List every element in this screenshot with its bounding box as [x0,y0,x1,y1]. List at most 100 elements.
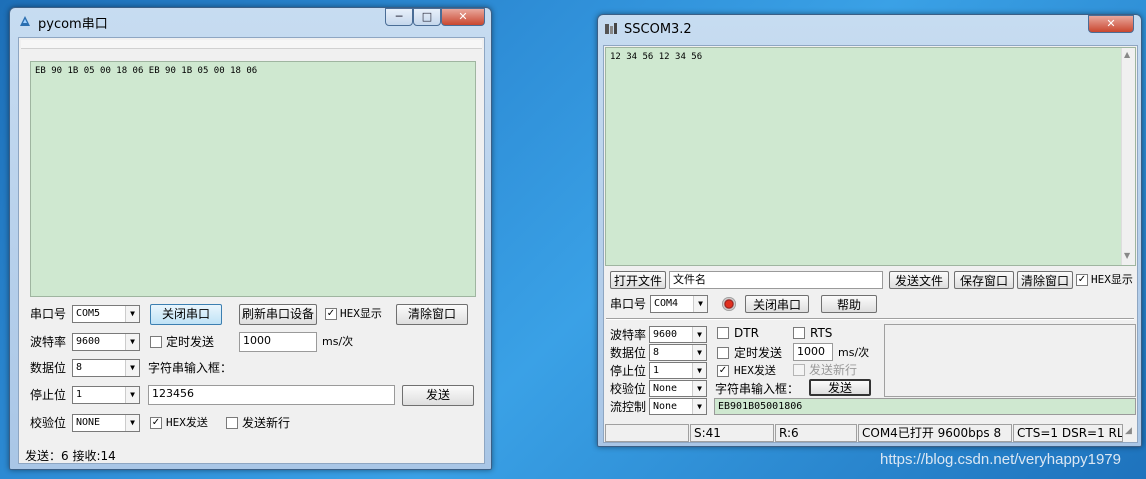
interval-unit: ms/次 [322,335,354,348]
databits-label: 数据位 [30,361,67,375]
parity-select[interactable]: NONE ▼ [72,414,140,432]
close-port-button[interactable]: 关闭串口 [150,304,222,325]
filename-input[interactable]: 文件名 [669,271,883,289]
sscom-send-newline-label: 发送新行 [809,363,858,377]
rts-label: RTS [810,326,833,340]
sscom-hex-send-checkbox[interactable]: ✓ [717,365,729,377]
sscom-stopbits-label: 停止位 [610,364,647,378]
sscom-parity-select[interactable]: None ▼ [649,380,707,397]
pycom-app-icon [18,14,32,28]
stopbits-select[interactable]: 1 ▼ [72,386,140,404]
sscom-receive-area[interactable]: 12 34 56 12 34 56 [605,47,1136,266]
menu-strip [21,40,482,49]
hex-display-label: HEX显示 [340,307,382,320]
pycom-status-bar: 发送：6 接收:14 [25,449,116,463]
watermark: https://blog.csdn.net/veryhappy1979 [880,451,1121,468]
help-button[interactable]: 帮助 [821,295,877,313]
port-select[interactable]: COM5 ▼ [72,305,140,323]
timed-send-label: 定时发送 [166,335,215,349]
chevron-down-icon: ▼ [692,399,706,414]
chevron-down-icon: ▼ [125,306,139,322]
sscom-databits-label: 数据位 [610,346,647,360]
status-port-info: COM4已打开 9600bps 8 [858,424,1012,442]
sscom-parity-label: 校验位 [610,382,647,396]
sscom-baud-select[interactable]: 9600 ▼ [649,326,707,343]
divider [606,318,1134,320]
scroll-down-icon[interactable]: ▼ [1124,251,1130,260]
pycom-close-button[interactable]: ✕ [441,8,485,26]
port-status-led-icon [722,297,736,311]
sscom-hex-display-checkbox[interactable]: ✓ [1076,274,1088,286]
sscom-interval-input[interactable]: 1000 [793,343,833,361]
pycom-client-area: EB 90 1B 05 00 18 06 EB 90 1B 05 00 18 0… [18,37,485,464]
sscom-interval-unit: ms/次 [838,346,870,359]
status-line-signals: CTS=1 DSR=1 RL [1013,424,1123,442]
port-label: 串口号 [30,307,67,321]
parity-label: 校验位 [30,416,67,430]
chevron-down-icon: ▼ [692,327,706,342]
send-file-button[interactable]: 发送文件 [889,271,949,289]
sscom-string-input-label: 字符串输入框： [715,382,800,396]
pycom-minimize-button[interactable]: ─ [385,8,413,26]
clear-window-button[interactable]: 清除窗口 [396,304,468,325]
sscom-send-newline-checkbox[interactable] [793,364,805,376]
sscom-close-button[interactable]: ✕ [1088,15,1134,33]
refresh-devices-button[interactable]: 刷新串口设备 [239,304,317,325]
pycom-maximize-button[interactable]: □ [413,8,441,26]
sscom-vertical-scrollbar[interactable]: ▲ ▼ [1121,48,1135,265]
sscom-port-label: 串口号 [610,297,647,311]
dtr-label: DTR [734,326,759,340]
timed-send-checkbox[interactable] [150,336,162,348]
sscom-timed-send-checkbox[interactable] [717,347,729,359]
databits-select[interactable]: 8 ▼ [72,359,140,377]
dtr-checkbox[interactable] [717,327,729,339]
hex-send-checkbox[interactable]: ✓ [150,417,162,429]
send-button[interactable]: 发送 [402,385,474,406]
sscom-port-select[interactable]: COM4 ▼ [650,295,708,313]
save-window-button[interactable]: 保存窗口 [954,271,1014,289]
chevron-down-icon: ▼ [692,363,706,378]
sscom-hex-send-label: HEX发送 [734,364,776,377]
sscom-title: SSCOM3.2 [624,22,692,37]
sscom-window: SSCOM3.2 ✕ 12 34 56 12 34 56 ▲ ▼ 打开文件 文件… [597,14,1142,447]
hex-send-label: HEX发送 [166,416,208,429]
status-received-count: R:6 [775,424,857,442]
send-newline-checkbox[interactable] [226,417,238,429]
sscom-databits-select[interactable]: 8 ▼ [649,344,707,361]
chevron-down-icon: ▼ [692,381,706,396]
sscom-client-area: 12 34 56 12 34 56 ▲ ▼ 打开文件 文件名 发送文件 保存窗口… [603,45,1138,443]
sscom-send-input[interactable]: EB901B05001806 [714,398,1136,415]
chevron-down-icon: ▼ [692,345,706,360]
pycom-receive-text: EB 90 1B 05 00 18 06 EB 90 1B 05 00 18 0… [35,66,258,76]
chevron-down-icon: ▼ [125,387,139,403]
chevron-down-icon: ▼ [125,415,139,431]
baud-label: 波特率 [30,335,67,349]
open-file-button[interactable]: 打开文件 [610,271,666,289]
send-newline-label: 发送新行 [242,416,291,430]
interval-input[interactable]: 1000 [239,332,317,352]
sscom-flow-select[interactable]: None ▼ [649,398,707,415]
send-input[interactable]: 123456 [148,385,395,405]
chevron-down-icon: ▼ [125,334,139,350]
sscom-hex-display-label: HEX显示 [1091,273,1133,286]
clear-window-button[interactable]: 清除窗口 [1017,271,1073,289]
hex-display-checkbox[interactable]: ✓ [325,308,337,320]
sscom-timed-send-label: 定时发送 [734,346,783,360]
pycom-window: pycom串口 ─ □ ✕ EB 90 1B 05 00 18 06 EB 90… [9,7,492,470]
baud-select[interactable]: 9600 ▼ [72,333,140,351]
sscom-close-port-button[interactable]: 关闭串口 [745,295,809,313]
sscom-extra-panel [884,324,1136,397]
stopbits-label: 停止位 [30,388,67,402]
sscom-flow-label: 流控制 [610,400,647,414]
sscom-app-icon [604,22,618,36]
sscom-titlebar[interactable]: SSCOM3.2 [598,15,1141,41]
scroll-up-icon[interactable]: ▲ [1124,50,1130,59]
sscom-receive-text: 12 34 56 12 34 56 [610,52,703,62]
resize-grip-icon[interactable]: ◢ [1125,426,1137,440]
rts-checkbox[interactable] [793,327,805,339]
sscom-send-button[interactable]: 发送 [809,379,871,396]
pycom-title: pycom串口 [38,17,108,32]
sscom-stopbits-select[interactable]: 1 ▼ [649,362,707,379]
string-input-label: 字符串输入框： [148,361,233,375]
pycom-receive-area[interactable]: EB 90 1B 05 00 18 06 EB 90 1B 05 00 18 0… [30,61,476,297]
